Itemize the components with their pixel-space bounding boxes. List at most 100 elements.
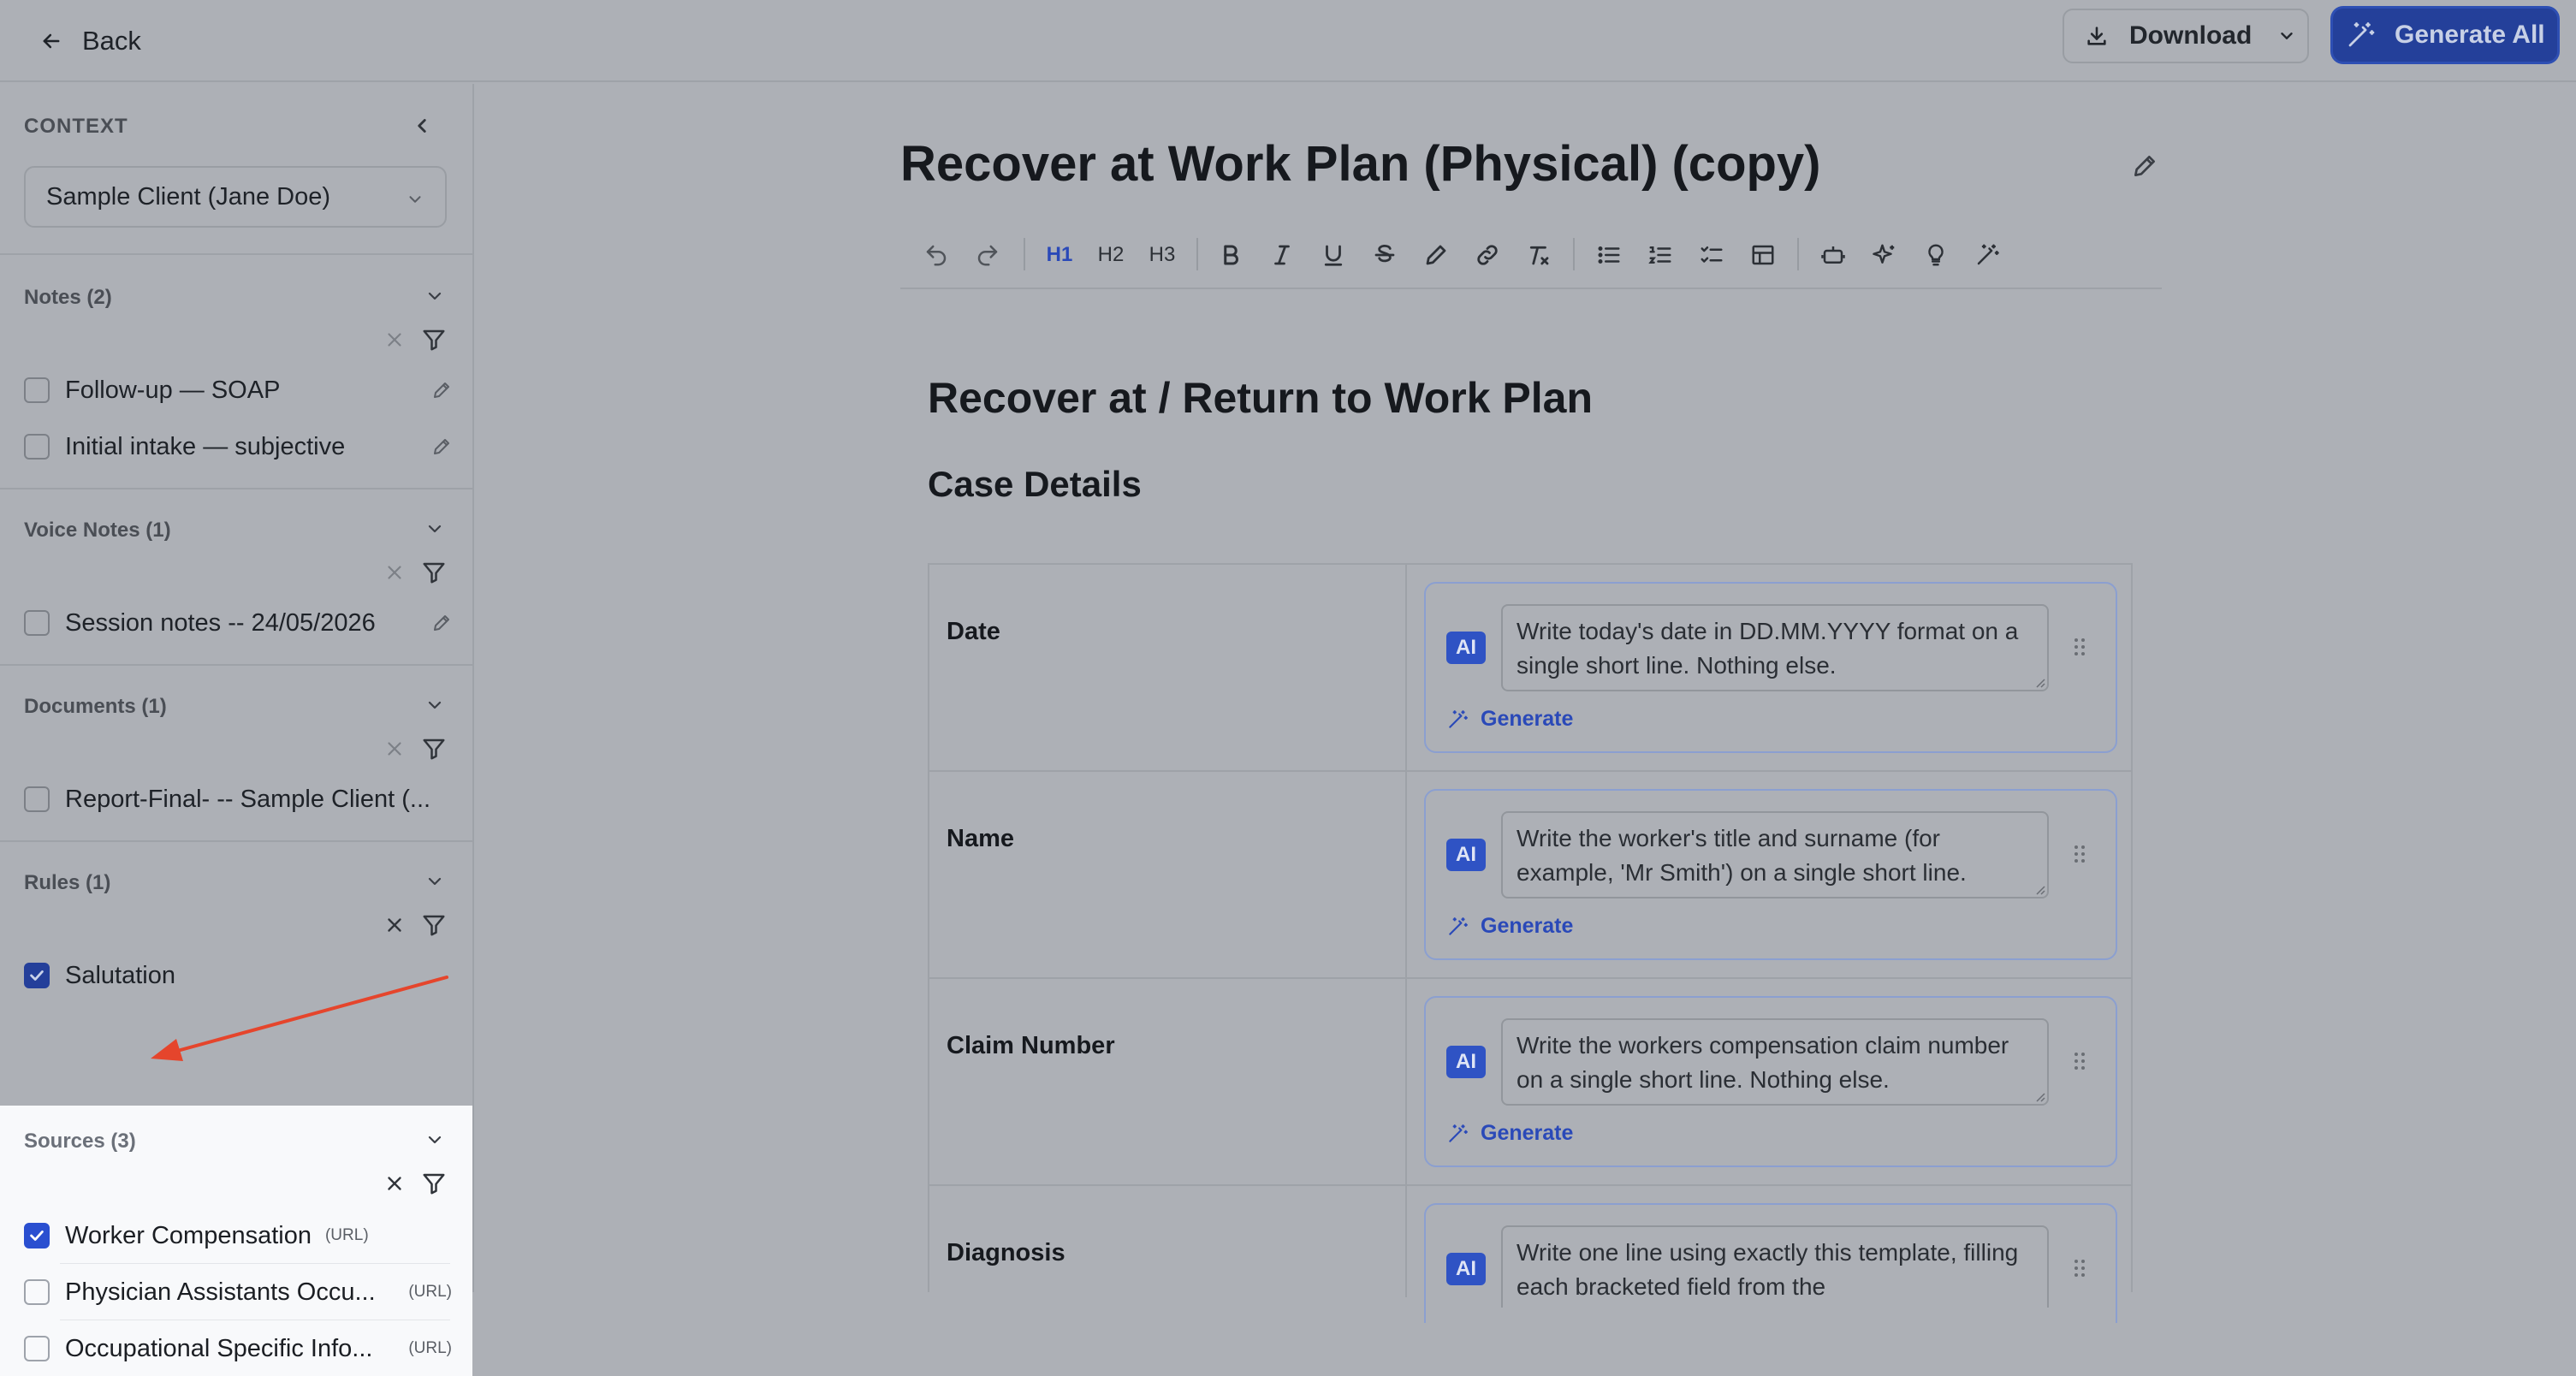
lightbulb-icon[interactable] bbox=[1919, 238, 1953, 272]
heading1-button[interactable]: H1 bbox=[1042, 238, 1077, 272]
chevron-down-icon[interactable] bbox=[424, 871, 445, 892]
download-button[interactable]: Download bbox=[2063, 9, 2309, 63]
pencil-icon[interactable] bbox=[431, 613, 452, 633]
row-label: Diagnosis bbox=[947, 1239, 1065, 1266]
clear-selection-icon[interactable] bbox=[383, 738, 406, 760]
resize-handle-icon[interactable] bbox=[2032, 674, 2045, 688]
strikethrough-icon[interactable] bbox=[1368, 238, 1402, 272]
resize-handle-icon[interactable] bbox=[2032, 1088, 2045, 1102]
italic-icon[interactable] bbox=[1265, 238, 1299, 272]
bullet-list-icon[interactable] bbox=[1592, 238, 1626, 272]
ai-prompt-textarea[interactable]: Write the workers compensation claim num… bbox=[1501, 1018, 2049, 1106]
drag-handle-icon[interactable] bbox=[2071, 842, 2088, 866]
underline-icon[interactable] bbox=[1316, 238, 1350, 272]
undo-icon[interactable] bbox=[919, 238, 953, 272]
note-item[interactable]: Initial intake — subjective bbox=[24, 428, 452, 466]
checklist-icon[interactable] bbox=[1695, 238, 1729, 272]
bold-icon[interactable] bbox=[1214, 238, 1248, 272]
back-button[interactable]: Back bbox=[39, 17, 141, 65]
checkbox[interactable] bbox=[24, 610, 50, 636]
heading2-button[interactable]: H2 bbox=[1094, 238, 1128, 272]
checkbox-checked[interactable] bbox=[24, 1223, 50, 1248]
heading3-button[interactable]: H3 bbox=[1145, 238, 1179, 272]
numbered-list-icon[interactable] bbox=[1643, 238, 1677, 272]
generate-button[interactable]: Generate bbox=[1446, 914, 1573, 939]
filter-icon[interactable] bbox=[421, 327, 447, 353]
chevron-down-icon[interactable] bbox=[424, 1130, 445, 1150]
download-label: Download bbox=[2129, 21, 2253, 50]
checkbox-checked[interactable] bbox=[24, 963, 50, 988]
voice-notes-section-title[interactable]: Voice Notes (1) bbox=[24, 519, 171, 543]
checkbox[interactable] bbox=[24, 1336, 50, 1361]
link-icon[interactable] bbox=[1470, 238, 1505, 272]
generate-button[interactable]: Generate bbox=[1446, 1121, 1573, 1146]
case-details-table: Date AI Write today's date in DD.MM.YYYY… bbox=[928, 563, 2133, 1323]
clear-selection-icon[interactable] bbox=[383, 329, 406, 351]
document-heading-2[interactable]: Case Details bbox=[928, 464, 1142, 505]
sources-section-title[interactable]: Sources (3) bbox=[24, 1130, 136, 1154]
ai-badge: AI bbox=[1446, 839, 1486, 871]
source-item[interactable]: Physician Assistants Occu... (URL) bbox=[24, 1273, 452, 1311]
toolbar-separator bbox=[1196, 238, 1198, 270]
chevron-down-icon[interactable] bbox=[424, 695, 445, 715]
chevron-down-icon[interactable] bbox=[424, 519, 445, 539]
ai-prompt-text: Write today's date in DD.MM.YYYY format … bbox=[1517, 618, 2019, 679]
drag-handle-icon[interactable] bbox=[2071, 635, 2088, 659]
document-item[interactable]: Report-Final- -- Sample Client (... bbox=[24, 780, 452, 818]
note-item[interactable]: Follow-up — SOAP bbox=[24, 371, 452, 409]
column-divider bbox=[1405, 772, 1407, 977]
ai-prompt-block: AI Write the worker's title and surname … bbox=[1424, 789, 2117, 960]
source-item[interactable]: Occupational Specific Info... (URL) bbox=[24, 1330, 452, 1367]
filter-icon[interactable] bbox=[421, 560, 447, 585]
checkbox[interactable] bbox=[24, 1279, 50, 1305]
redo-icon[interactable] bbox=[970, 238, 1005, 272]
drag-handle-icon[interactable] bbox=[2071, 1049, 2088, 1073]
checkbox[interactable] bbox=[24, 377, 50, 403]
notes-section-title[interactable]: Notes (2) bbox=[24, 286, 112, 310]
clear-formatting-icon[interactable] bbox=[1522, 238, 1556, 272]
column-divider bbox=[1405, 1186, 1407, 1297]
editor-toolbar: H1 H2 H3 bbox=[900, 226, 2162, 289]
ai-prompt-textarea[interactable]: Write one line using exactly this templa… bbox=[1501, 1225, 2049, 1308]
pencil-icon[interactable] bbox=[431, 380, 452, 400]
document-heading-1[interactable]: Recover at / Return to Work Plan bbox=[928, 373, 1593, 423]
ai-badge: AI bbox=[1446, 1253, 1486, 1285]
checkmark-icon bbox=[30, 1231, 44, 1241]
collapse-sidebar-icon[interactable] bbox=[411, 115, 433, 137]
sparkles-icon[interactable] bbox=[1867, 238, 1902, 272]
table-icon[interactable] bbox=[1746, 238, 1780, 272]
rule-item[interactable]: Salutation bbox=[24, 957, 452, 994]
pencil-icon[interactable] bbox=[2131, 152, 2158, 180]
checkbox[interactable] bbox=[24, 786, 50, 812]
clear-selection-icon[interactable] bbox=[383, 914, 406, 936]
rules-section-title[interactable]: Rules (1) bbox=[24, 871, 110, 895]
clear-selection-icon[interactable] bbox=[383, 561, 406, 584]
chevron-down-icon[interactable] bbox=[424, 286, 445, 306]
robot-icon[interactable] bbox=[1816, 238, 1850, 272]
generate-button[interactable]: Generate bbox=[1446, 707, 1573, 732]
drag-handle-icon[interactable] bbox=[2071, 1256, 2088, 1280]
context-client-select[interactable]: Sample Client (Jane Doe) bbox=[24, 166, 447, 228]
top-bar: Back Download Generate All bbox=[0, 0, 2576, 82]
highlighter-icon[interactable] bbox=[1419, 238, 1453, 272]
documents-section-title[interactable]: Documents (1) bbox=[24, 695, 167, 719]
pencil-icon[interactable] bbox=[431, 436, 452, 457]
column-divider bbox=[1405, 979, 1407, 1184]
filter-icon[interactable] bbox=[421, 912, 447, 938]
ai-badge: AI bbox=[1446, 632, 1486, 664]
context-sidebar: CONTEXT Sample Client (Jane Doe) Notes (… bbox=[0, 84, 474, 1376]
ai-prompt-textarea[interactable]: Write today's date in DD.MM.YYYY format … bbox=[1501, 604, 2049, 691]
document-title[interactable]: Recover at Work Plan (Physical) (copy) bbox=[900, 135, 1821, 193]
magic-wand-icon[interactable] bbox=[1970, 238, 2004, 272]
source-item[interactable]: Worker Compensation (URL) bbox=[24, 1217, 452, 1254]
ai-prompt-textarea[interactable]: Write the worker's title and surname (fo… bbox=[1501, 811, 2049, 899]
section-divider bbox=[0, 664, 474, 666]
generate-all-button[interactable]: Generate All bbox=[2333, 9, 2557, 62]
ai-prompt-text: Write the workers compensation claim num… bbox=[1517, 1032, 2009, 1093]
clear-selection-icon[interactable] bbox=[383, 1172, 406, 1195]
filter-icon[interactable] bbox=[421, 1171, 447, 1196]
checkbox[interactable] bbox=[24, 434, 50, 460]
voice-note-item[interactable]: Session notes -- 24/05/2026 bbox=[24, 604, 452, 642]
filter-icon[interactable] bbox=[421, 736, 447, 762]
resize-handle-icon[interactable] bbox=[2032, 881, 2045, 895]
